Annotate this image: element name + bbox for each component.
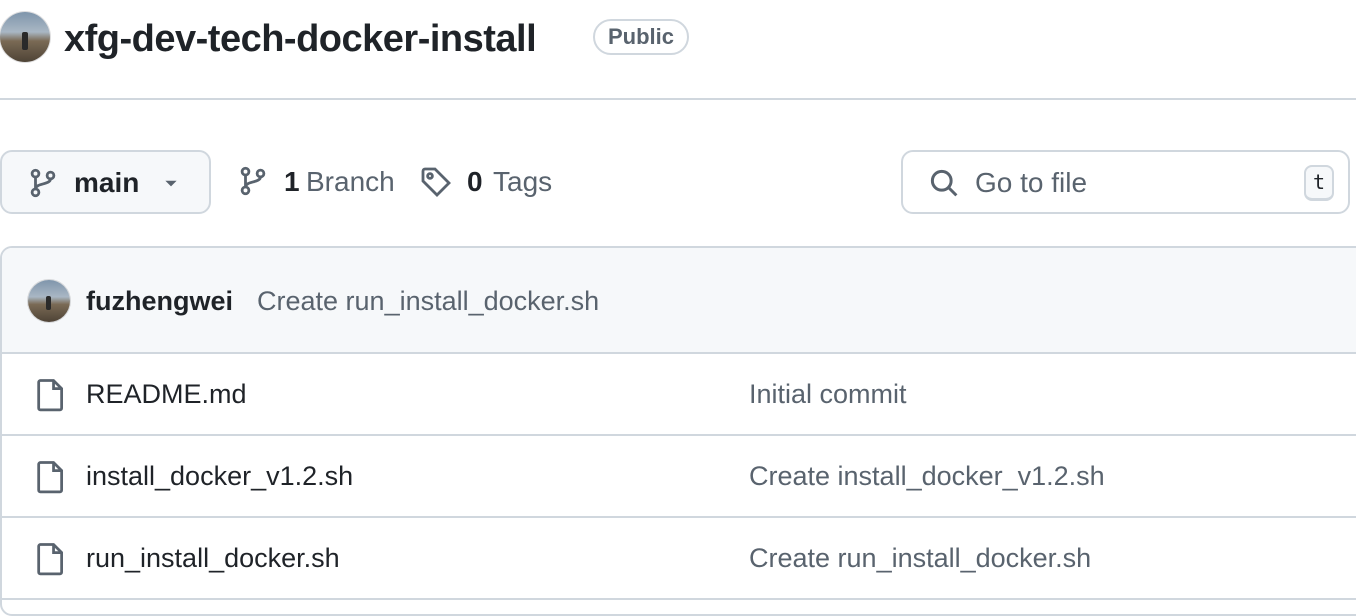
keyboard-shortcut: t (1304, 165, 1334, 201)
commit-message[interactable]: Create run_install_docker.sh (257, 284, 599, 318)
file-icon (37, 461, 64, 494)
commit-author[interactable]: fuzhengwei (86, 284, 233, 318)
tag-count: 0 (467, 166, 483, 197)
file-row[interactable]: run_install_docker.sh Create run_install… (2, 518, 1356, 600)
file-list: fuzhengwei Create run_install_docker.sh … (0, 246, 1356, 616)
branch-label: Branch (306, 166, 395, 197)
search-icon (930, 169, 958, 197)
latest-commit-bar: fuzhengwei Create run_install_docker.sh (2, 248, 1356, 354)
tag-icon (421, 167, 451, 197)
go-to-file-input[interactable]: Go to file t (901, 150, 1350, 214)
branch-count: 1 (284, 166, 300, 197)
repo-header: xfg-dev-tech-docker-install Public (0, 0, 1356, 100)
repo-title[interactable]: xfg-dev-tech-docker-install (64, 14, 537, 64)
file-name[interactable]: run_install_docker.sh (86, 541, 340, 575)
current-branch: main (74, 167, 140, 198)
file-row[interactable]: README.md Initial commit (2, 354, 1356, 436)
file-icon (37, 379, 64, 412)
owner-avatar[interactable] (0, 12, 50, 62)
tag-label: Tags (493, 166, 553, 197)
file-commit-message[interactable]: Create run_install_docker.sh (749, 541, 1091, 575)
git-branch-icon (30, 168, 56, 198)
file-name[interactable]: install_docker_v1.2.sh (86, 459, 353, 493)
branch-select-button[interactable]: main (0, 150, 211, 214)
file-commit-message[interactable]: Create install_docker_v1.2.sh (749, 459, 1105, 493)
file-icon (37, 543, 64, 576)
search-placeholder: Go to file (975, 167, 1088, 198)
file-row[interactable]: install_docker_v1.2.sh Create install_do… (2, 436, 1356, 518)
file-commit-message[interactable]: Initial commit (749, 377, 907, 411)
visibility-badge: Public (593, 19, 690, 55)
file-name[interactable]: README.md (86, 377, 247, 411)
git-branch-icon (240, 166, 266, 196)
triangle-down-icon (165, 180, 177, 187)
commit-author-avatar[interactable] (28, 280, 70, 322)
